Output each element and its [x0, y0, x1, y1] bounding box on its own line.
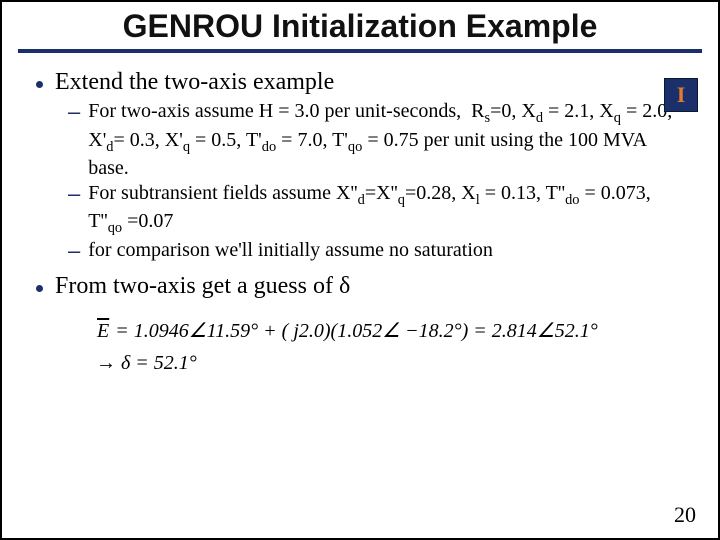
list-item: Extend the two-axis example – For two-ax…	[36, 67, 684, 263]
bullet-row: From two-axis get a guess of δ	[36, 271, 684, 301]
institution-logo-icon: I	[664, 78, 698, 112]
dash-icon: –	[68, 99, 80, 124]
page-number: 20	[674, 502, 696, 528]
sub-bullet-text: For subtransient fields assume X''d=X''q…	[88, 181, 684, 238]
formula-body: = 1.0946∠11.59° + ( j2.0)(1.052∠ −18.2°)…	[110, 320, 597, 342]
dash-icon: –	[68, 238, 80, 263]
content-area: Extend the two-axis example – For two-ax…	[2, 53, 718, 379]
bullet-row: Extend the two-axis example	[36, 67, 684, 97]
bullet-list: Extend the two-axis example – For two-ax…	[36, 67, 684, 301]
bullet-dot-icon	[36, 285, 43, 292]
page-title: GENROU Initialization Example	[18, 8, 702, 45]
formula-block: E = 1.0946∠11.59° + ( j2.0)(1.052∠ −18.2…	[36, 309, 684, 379]
formula-line: → δ = 52.1°	[96, 347, 684, 379]
sub-bullet-text: For two-axis assume H = 3.0 per unit-sec…	[88, 99, 684, 181]
list-item: – for comparison we'll initially assume …	[68, 238, 684, 263]
list-item: – For subtransient fields assume X''d=X'…	[68, 181, 684, 238]
bullet-dot-icon	[36, 81, 43, 88]
bullet-text: From two-axis get a guess of δ	[55, 271, 350, 301]
e-bar-symbol: E	[96, 315, 110, 347]
bullet-text: Extend the two-axis example	[55, 67, 334, 97]
list-item: – For two-axis assume H = 3.0 per unit-s…	[68, 99, 684, 181]
list-item: From two-axis get a guess of δ	[36, 271, 684, 301]
slide: GENROU Initialization Example I Extend t…	[0, 0, 720, 540]
formula-line: E = 1.0946∠11.59° + ( j2.0)(1.052∠ −18.2…	[96, 315, 684, 347]
title-band: GENROU Initialization Example	[18, 2, 702, 53]
logo-glyph: I	[677, 82, 686, 108]
sub-list: – For two-axis assume H = 3.0 per unit-s…	[36, 99, 684, 263]
dash-icon: –	[68, 181, 80, 206]
sub-bullet-text: for comparison we'll initially assume no…	[88, 238, 493, 262]
